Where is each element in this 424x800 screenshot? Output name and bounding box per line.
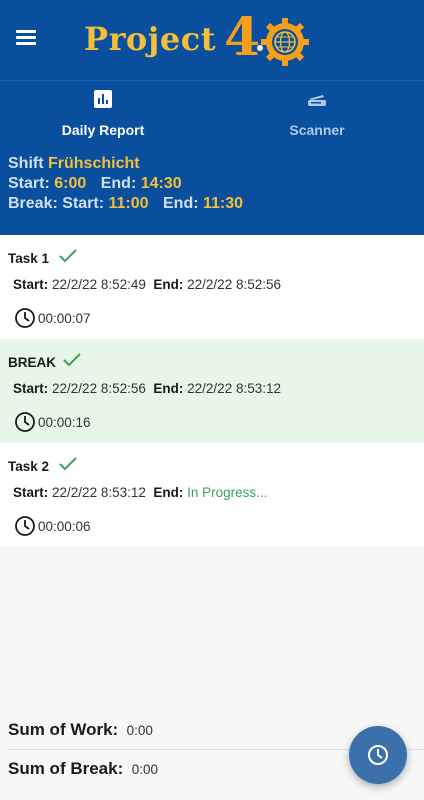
task-duration-value: 00:00:16 (38, 414, 91, 430)
task-start-label: Start: (13, 277, 49, 292)
shift-times-line: Start: 6:00 End: 14:30 (8, 174, 416, 194)
task-item[interactable]: BREAK Start: 22/2/22 8:52:56 End: 22/2/2… (0, 339, 424, 443)
bar-chart-icon (94, 90, 112, 108)
logo-text: Project (84, 20, 216, 58)
app-bar: Project 4 (0, 0, 424, 80)
task-times: Start: 22/2/22 8:52:49 End: 22/2/22 8:52… (13, 277, 281, 292)
menu-icon[interactable] (14, 27, 38, 51)
scanner-icon (308, 95, 326, 106)
gear-globe-icon (260, 18, 309, 66)
task-times: Start: 22/2/22 8:53:12 End: In Progress.… (13, 485, 267, 500)
task-item[interactable]: Task 2 Start: 22/2/22 8:53:12 End: In Pr… (0, 443, 424, 547)
task-item[interactable]: Task 1 Start: 22/2/22 8:52:49 End: 22/2/… (0, 235, 424, 339)
tab-scanner-label: Scanner (289, 122, 345, 138)
task-duration: 00:00:16 (14, 411, 91, 433)
clock-icon (15, 308, 35, 328)
task-end-value: 22/2/22 8:52:56 (187, 277, 281, 292)
shift-name-line: Shift Frühschicht (8, 154, 416, 174)
shift-end-value: 14:30 (140, 175, 182, 192)
task-start-value: 22/2/22 8:52:49 (52, 277, 146, 292)
task-end-label: End: (153, 277, 184, 292)
task-start-label: Start: (13, 381, 49, 396)
task-duration-value: 00:00:07 (38, 310, 91, 326)
clock-fab-button[interactable] (349, 726, 407, 784)
task-start-value: 22/2/22 8:52:56 (52, 381, 146, 396)
tab-scanner[interactable]: Scanner (214, 81, 420, 145)
app-logo: Project 4 (84, 7, 314, 68)
sum-of-break: Sum of Break: 0:00 (8, 759, 158, 779)
sum-of-work: Sum of Work: 0:00 (8, 720, 153, 740)
task-name: BREAK (8, 355, 57, 370)
clock-icon (368, 745, 388, 765)
check-icon (59, 249, 77, 263)
task-end-label: End: (153, 485, 184, 500)
check-icon (59, 457, 77, 471)
shift-name: Frühschicht (48, 155, 140, 172)
break-end-value: 11:30 (203, 195, 244, 212)
task-name: Task 2 (8, 459, 50, 474)
task-duration: 00:00:06 (14, 515, 91, 537)
break-end-label: End: (163, 195, 199, 212)
tab-daily-report[interactable]: Daily Report (0, 81, 206, 145)
clock-icon (15, 516, 35, 536)
logo-version: 4 (223, 7, 261, 68)
logo-version-mark: 4 (224, 7, 314, 68)
break-times-line: Break: Start: 11:00 End: 11:30 (8, 194, 416, 214)
shift-start-value: 6:00 (54, 175, 87, 192)
sum-of-break-value: 0:00 (131, 762, 158, 777)
shift-start-label: Start: (8, 175, 50, 192)
break-start-value: 11:00 (108, 195, 149, 212)
sum-of-work-value: 0:00 (126, 723, 153, 738)
task-start-label: Start: (13, 485, 49, 500)
sum-of-break-label: Sum of Break: (8, 759, 124, 778)
break-label: Break: (8, 195, 58, 212)
task-times: Start: 22/2/22 8:52:56 End: 22/2/22 8:53… (13, 381, 281, 396)
tab-bar: Daily Report Scanner (0, 80, 424, 144)
task-end-value: In Progress... (187, 485, 268, 500)
sum-of-work-label: Sum of Work: (8, 720, 119, 739)
shift-label: Shift (8, 155, 44, 172)
task-end-label: End: (153, 381, 184, 396)
task-duration: 00:00:07 (14, 307, 91, 329)
task-end-value: 22/2/22 8:53:12 (187, 381, 281, 396)
task-duration-value: 00:00:06 (38, 518, 91, 534)
clock-icon (15, 412, 35, 432)
shift-info-panel: Shift Frühschicht Start: 6:00 End: 14:30… (0, 144, 424, 235)
shift-end-label: End: (100, 175, 137, 192)
task-name: Task 1 (8, 251, 50, 266)
tab-daily-report-label: Daily Report (61, 122, 145, 138)
task-start-value: 22/2/22 8:53:12 (52, 485, 146, 500)
break-start-label: Start: (62, 195, 105, 212)
check-icon (63, 353, 81, 367)
